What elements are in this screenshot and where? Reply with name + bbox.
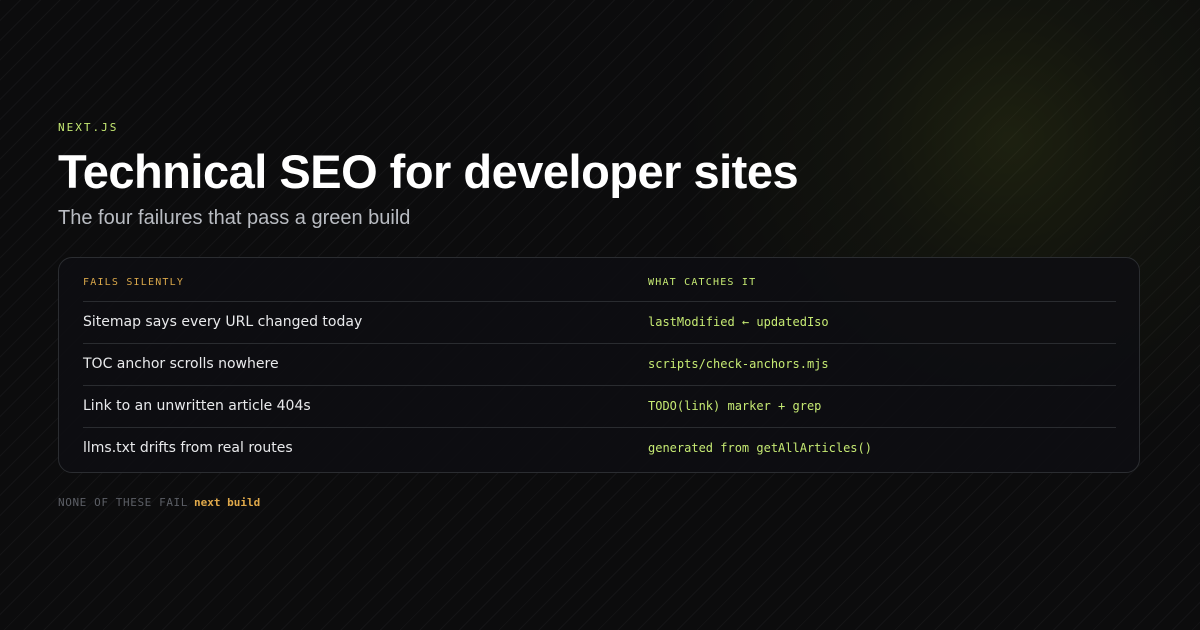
column-header-what-catches-it: WHAT CATCHES IT bbox=[648, 277, 757, 288]
failure-cell: Link to an unwritten article 404s bbox=[83, 398, 311, 414]
page-subtitle: The four failures that pass a green buil… bbox=[58, 207, 411, 229]
page-title: Technical SEO for developer sites bbox=[58, 145, 799, 198]
footer-note: NONE OF THESE FAIL next build bbox=[58, 496, 260, 509]
og-card: NEXT.JS Technical SEO for developer site… bbox=[0, 0, 1200, 630]
column-header-fails-silently: FAILS SILENTLY bbox=[83, 277, 185, 288]
table-row: llms.txt drifts from real routes generat… bbox=[83, 427, 1116, 469]
category-eyebrow: NEXT.JS bbox=[58, 121, 119, 134]
footer-prefix: NONE OF THESE FAIL bbox=[58, 496, 189, 509]
table-header: FAILS SILENTLY WHAT CATCHES IT bbox=[83, 277, 1116, 302]
table-row: TOC anchor scrolls nowhere scripts/check… bbox=[83, 343, 1116, 386]
catch-cell: scripts/check-anchors.mjs bbox=[648, 357, 829, 371]
catch-cell: TODO(link) marker + grep bbox=[648, 399, 822, 413]
failure-cell: TOC anchor scrolls nowhere bbox=[83, 356, 279, 372]
table-row: Sitemap says every URL changed today las… bbox=[83, 301, 1116, 344]
catch-cell: lastModified ← updatedIso bbox=[648, 315, 829, 329]
footer-command: next build bbox=[194, 496, 261, 509]
table-row: Link to an unwritten article 404s TODO(l… bbox=[83, 385, 1116, 428]
failure-cell: Sitemap says every URL changed today bbox=[83, 314, 363, 330]
failure-cell: llms.txt drifts from real routes bbox=[83, 440, 293, 456]
catch-cell: generated from getAllArticles() bbox=[648, 441, 872, 455]
failures-table: FAILS SILENTLY WHAT CATCHES IT Sitemap s… bbox=[58, 257, 1140, 473]
